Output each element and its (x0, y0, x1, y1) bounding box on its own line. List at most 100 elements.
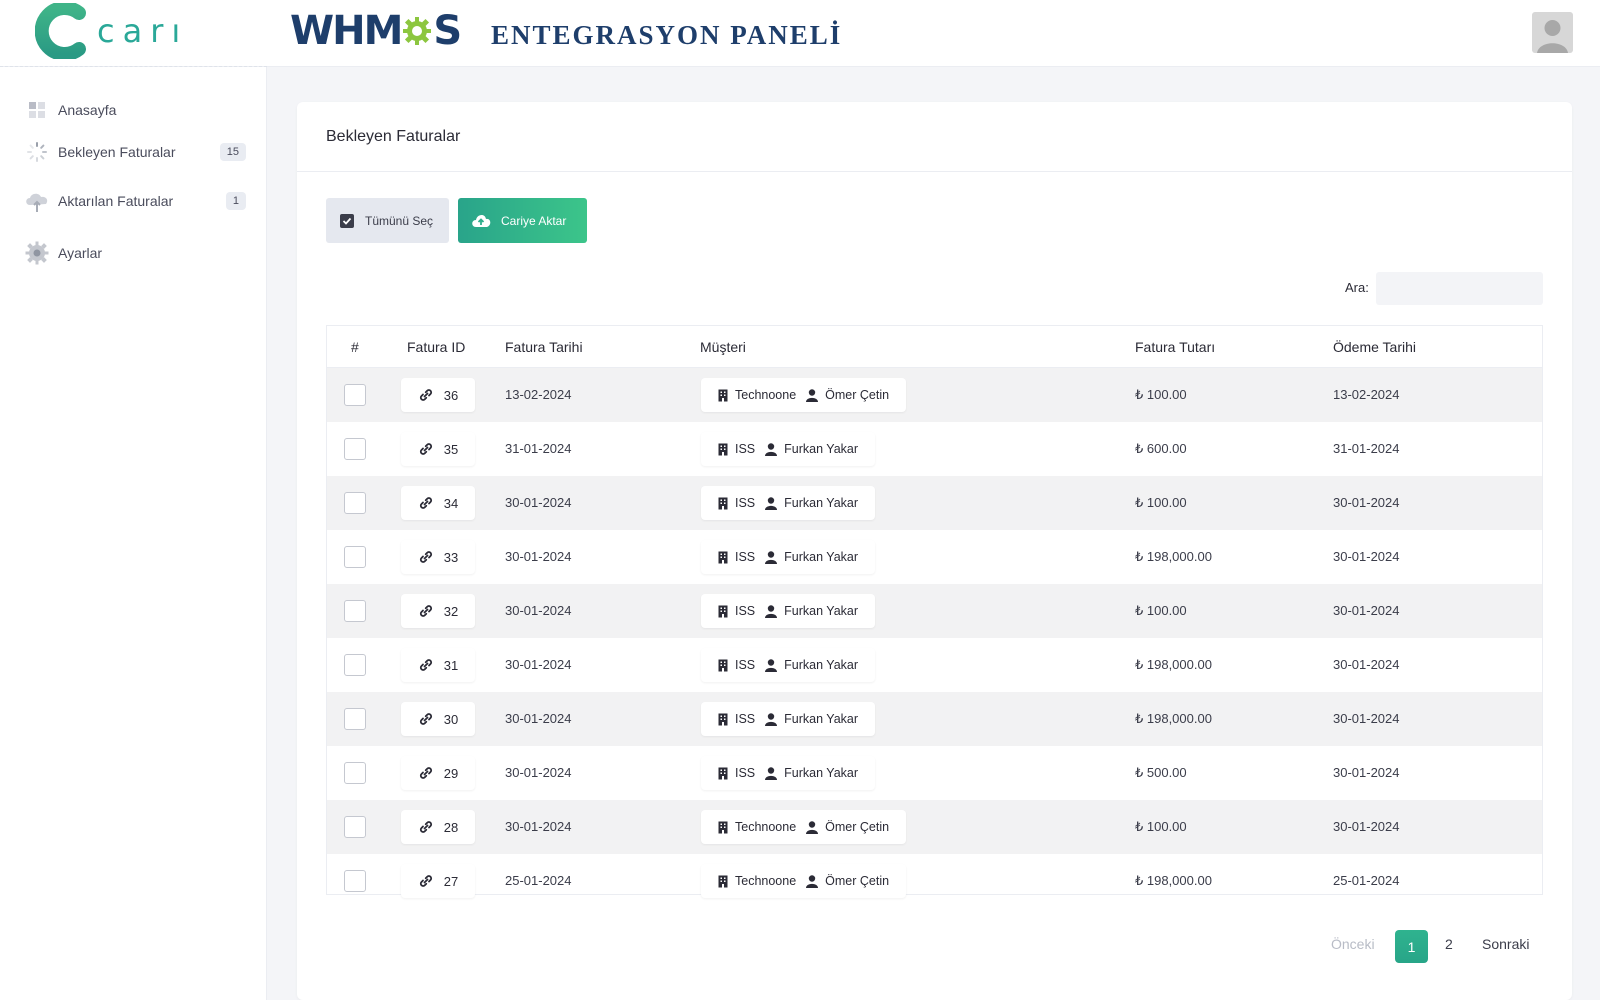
user-icon (765, 658, 778, 672)
checkbox-checked-icon (340, 213, 354, 228)
col-header-payment-date[interactable]: Ödeme Tarihi (1333, 339, 1416, 355)
cloud-upload-icon (24, 188, 50, 214)
col-header-index[interactable]: # (351, 339, 359, 355)
search-input[interactable] (1376, 272, 1543, 305)
invoice-date: 31-01-2024 (505, 441, 572, 456)
payment-date: 30-01-2024 (1333, 765, 1400, 780)
customer-chip[interactable]: Technoone Ömer Çetin (701, 864, 907, 898)
invoice-id: 31 (443, 657, 459, 673)
table-row: 36 13-02-2024 Technoone Ömer Çetin ₺ 100.00 1… (327, 368, 1542, 422)
invoice-amount: ₺ 100.00 (1135, 495, 1187, 510)
invoice-id-link[interactable]: 32 (401, 594, 475, 628)
col-header-amount[interactable]: Fatura Tutarı (1135, 339, 1215, 355)
invoice-id-link[interactable]: 35 (401, 432, 475, 466)
invoice-id-link[interactable]: 33 (401, 540, 475, 574)
customer-chip[interactable]: ISS Furkan Yakar (701, 540, 876, 574)
pagination-next[interactable]: Sonraki (1482, 936, 1529, 952)
col-header-invoice-date[interactable]: Fatura Tarihi (505, 339, 583, 355)
customer-chip[interactable]: ISS Furkan Yakar (701, 486, 876, 520)
row-checkbox[interactable] (344, 762, 366, 784)
invoice-id: 27 (443, 873, 459, 889)
user-icon (806, 820, 819, 834)
card-header: Bekleyen Faturalar (297, 102, 1572, 172)
building-icon (718, 713, 728, 725)
invoice-date: 30-01-2024 (505, 549, 572, 564)
customer-person: Furkan Yakar (784, 712, 859, 726)
row-checkbox[interactable] (344, 492, 366, 514)
sidebar-item-anasayfa[interactable]: Anasayfa (24, 95, 246, 125)
row-checkbox[interactable] (344, 870, 366, 892)
customer-person: Furkan Yakar (784, 442, 859, 456)
row-checkbox[interactable] (344, 384, 366, 406)
customer-chip[interactable]: ISS Furkan Yakar (701, 648, 876, 682)
row-checkbox[interactable] (344, 546, 366, 568)
table-row: 30 30-01-2024 ISS Furkan Yakar ₺ 198,000.00 3… (327, 692, 1542, 746)
customer-chip[interactable]: ISS Furkan Yakar (701, 432, 876, 466)
sidebar-item-bekleyen-faturalar[interactable]: Bekleyen Faturalar 15 (24, 137, 246, 167)
pagination-prev[interactable]: Önceki (1331, 936, 1375, 952)
invoice-id: 28 (443, 819, 459, 835)
customer-company: ISS (735, 658, 756, 672)
invoice-date: 30-01-2024 (505, 765, 572, 780)
row-checkbox[interactable] (344, 708, 366, 730)
customer-chip[interactable]: Technoone Ömer Çetin (701, 378, 907, 412)
table-row: 34 30-01-2024 ISS Furkan Yakar ₺ 100.00 30-01… (327, 476, 1542, 530)
invoice-id-link[interactable]: 28 (401, 810, 475, 844)
building-icon (718, 551, 728, 563)
link-icon (419, 713, 432, 725)
whmcs-gear-icon (403, 17, 432, 45)
invoice-date: 30-01-2024 (505, 819, 572, 834)
customer-chip[interactable]: Technoone Ömer Çetin (701, 810, 907, 844)
invoice-id-link[interactable]: 29 (401, 756, 475, 790)
col-header-invoice-id[interactable]: Fatura ID (407, 339, 465, 355)
sidebar-item-aktarilan-faturalar[interactable]: Aktarılan Faturalar 1 (24, 186, 246, 216)
invoice-amount: ₺ 500.00 (1135, 765, 1187, 780)
link-icon (419, 497, 432, 509)
customer-person: Furkan Yakar (784, 550, 859, 564)
building-icon (718, 821, 728, 833)
payment-date: 31-01-2024 (1333, 441, 1400, 456)
transfer-label: Cariye Aktar (501, 213, 567, 228)
sidebar-item-ayarlar[interactable]: Ayarlar (24, 238, 246, 268)
transfer-to-cari-button[interactable]: Cariye Aktar (458, 198, 587, 243)
payment-date: 13-02-2024 (1333, 387, 1400, 402)
cloud-upload-icon (472, 214, 491, 227)
invoice-id: 36 (443, 387, 459, 403)
gear-icon (24, 240, 50, 266)
payment-date: 30-01-2024 (1333, 819, 1400, 834)
customer-chip[interactable]: ISS Furkan Yakar (701, 594, 876, 628)
whmcs-text-post: S (433, 8, 462, 54)
col-header-customer[interactable]: Müşteri (700, 339, 746, 355)
customer-person: Furkan Yakar (784, 604, 859, 618)
pagination-page-1[interactable]: 1 (1395, 930, 1428, 963)
row-checkbox[interactable] (344, 600, 366, 622)
brand-logo-icon[interactable] (35, 3, 89, 59)
invoice-amount: ₺ 198,000.00 (1135, 657, 1212, 672)
building-icon (718, 875, 728, 887)
invoice-id-link[interactable]: 30 (401, 702, 475, 736)
building-icon (718, 659, 728, 671)
pagination-page-2[interactable]: 2 (1445, 936, 1453, 952)
row-checkbox[interactable] (344, 438, 366, 460)
user-avatar[interactable] (1532, 12, 1573, 53)
invoice-id-link[interactable]: 34 (401, 486, 475, 520)
sidebar-item-label: Bekleyen Faturalar (58, 144, 176, 160)
link-icon (419, 875, 432, 887)
invoice-id-link[interactable]: 31 (401, 648, 475, 682)
select-all-button[interactable]: Tümünü Seç (326, 198, 449, 243)
customer-person: Furkan Yakar (784, 766, 859, 780)
invoice-id-link[interactable]: 27 (401, 864, 475, 898)
table-row: 32 30-01-2024 ISS Furkan Yakar ₺ 100.00 30-01… (327, 584, 1542, 638)
row-checkbox[interactable] (344, 816, 366, 838)
row-checkbox[interactable] (344, 654, 366, 676)
invoice-amount: ₺ 100.00 (1135, 819, 1187, 834)
invoice-amount: ₺ 198,000.00 (1135, 873, 1212, 888)
customer-chip[interactable]: ISS Furkan Yakar (701, 702, 876, 736)
sidebar-item-label: Ayarlar (58, 245, 103, 261)
customer-company: ISS (735, 604, 756, 618)
panel-title: ENTEGRASYON PANELİ (491, 20, 843, 50)
customer-chip[interactable]: ISS Furkan Yakar (701, 756, 876, 790)
user-icon (806, 388, 819, 402)
table-header: # Fatura ID Fatura Tarihi Müşteri Fatura… (327, 326, 1542, 368)
invoice-id-link[interactable]: 36 (401, 378, 475, 412)
